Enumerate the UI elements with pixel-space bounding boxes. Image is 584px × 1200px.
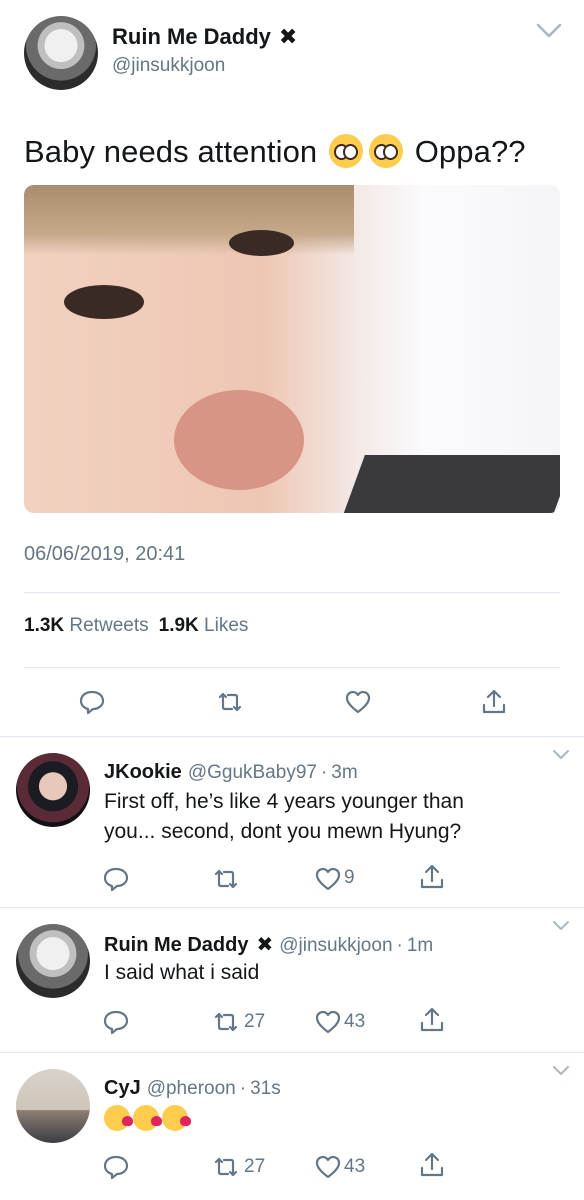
reply-icon[interactable]	[102, 865, 130, 893]
retweet-icon[interactable]	[212, 1008, 240, 1036]
pleading-face-icon	[369, 134, 403, 168]
photo-detail	[24, 185, 354, 255]
reply-header: Ruin Me Daddy ✖ @jinsukkjoon · 1m	[104, 934, 434, 956]
like-count: 43	[344, 1011, 366, 1032]
like-count: 9	[344, 867, 355, 888]
retweet-count: 27	[244, 1011, 266, 1032]
reply-header: JKookie @GgukBaby97 · 3m	[104, 761, 358, 783]
retweet-icon[interactable]	[216, 688, 244, 716]
share-icon[interactable]	[418, 1151, 446, 1179]
chevron-down-icon[interactable]	[552, 749, 570, 761]
divider	[24, 592, 560, 593]
reply-tweet[interactable]: Ruin Me Daddy ✖ @jinsukkjoon · 1m I said wha…	[0, 908, 584, 1052]
retweet-icon[interactable]	[212, 865, 240, 893]
author-avatar[interactable]	[24, 16, 98, 90]
tweet-text: Baby needs attention Oppa??	[24, 134, 526, 169]
like-heart-icon[interactable]	[314, 865, 342, 893]
share-icon[interactable]	[480, 688, 508, 716]
photo-detail	[229, 230, 294, 256]
pleading-face-icon	[329, 134, 363, 168]
share-icon[interactable]	[418, 1006, 446, 1034]
avatar[interactable]	[16, 1069, 90, 1143]
reply-text: First off, he’s like 4 years younger tha…	[104, 790, 464, 843]
like-heart-icon[interactable]	[314, 1153, 342, 1181]
main-tweet: Ruin Me Daddy ✖ @jinsukkjoon Baby needs a…	[0, 0, 584, 736]
face-blowing-a-kiss-icon	[162, 1105, 191, 1131]
x-mark-icon: ✖	[256, 934, 274, 956]
reply-tweet[interactable]: CyJ @pheroon · 31s 27 43	[0, 1053, 584, 1200]
chevron-down-icon[interactable]	[552, 1065, 570, 1077]
author-display-name[interactable]: Ruin Me Daddy ✖	[112, 24, 297, 50]
tweet-stats: 1.3K Retweets 1.9K Likes	[24, 615, 248, 637]
tweet-photo[interactable]	[24, 185, 560, 513]
avatar[interactable]	[16, 753, 90, 827]
retweet-count: 27	[244, 1156, 266, 1177]
reply-icon[interactable]	[102, 1008, 130, 1036]
author-handle[interactable]: @jinsukkjoon	[112, 55, 225, 77]
reply-icon[interactable]	[102, 1153, 130, 1181]
reply-tweet[interactable]: JKookie @GgukBaby97 · 3m First off, he’s li…	[0, 737, 584, 907]
reply-text	[104, 1105, 191, 1140]
retweet-icon[interactable]	[212, 1153, 240, 1181]
face-blowing-a-kiss-icon	[104, 1105, 133, 1131]
face-blowing-a-kiss-icon	[133, 1105, 162, 1131]
x-mark-icon: ✖	[278, 24, 298, 49]
chevron-down-icon[interactable]	[552, 920, 570, 932]
like-count: 43	[344, 1156, 366, 1177]
like-heart-icon[interactable]	[314, 1008, 342, 1036]
photo-detail	[174, 390, 304, 490]
reply-text: I said what i said	[104, 961, 260, 984]
photo-detail	[343, 455, 560, 513]
tweet-timestamp: 06/06/2019, 20:41	[24, 543, 186, 565]
reply-icon[interactable]	[78, 688, 106, 716]
reply-header: CyJ @pheroon · 31s	[104, 1077, 281, 1099]
avatar[interactable]	[16, 924, 90, 998]
likes-stat[interactable]: 1.9K Likes	[159, 615, 249, 636]
retweets-stat[interactable]: 1.3K Retweets	[24, 615, 149, 636]
chevron-down-icon[interactable]	[536, 22, 562, 40]
like-heart-icon[interactable]	[344, 688, 372, 716]
photo-detail	[64, 285, 144, 319]
divider	[24, 667, 560, 668]
share-icon[interactable]	[418, 863, 446, 891]
